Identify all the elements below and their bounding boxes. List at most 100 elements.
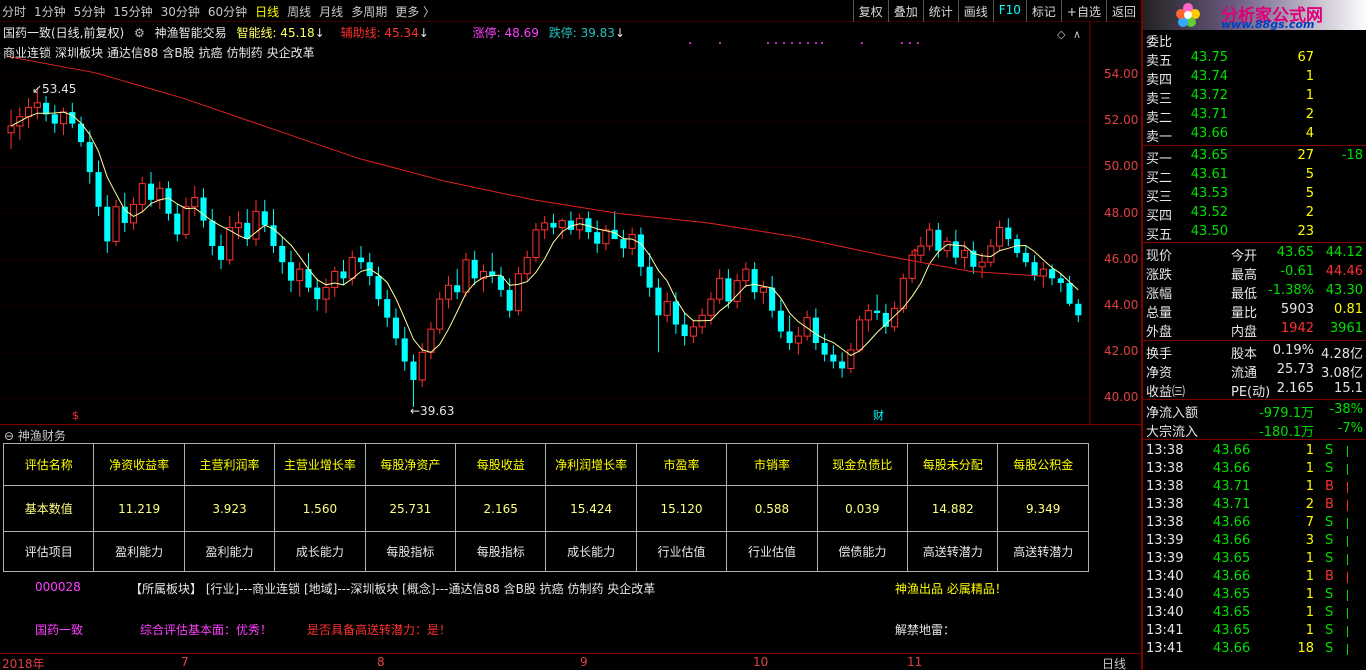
candle xyxy=(401,326,408,371)
candle xyxy=(489,252,496,283)
table-cell: 行业估值 xyxy=(726,531,818,572)
concept-tag[interactable]: 央企改革 xyxy=(267,46,315,60)
tick-bar xyxy=(1347,572,1348,583)
ask-volume: 1 xyxy=(1305,88,1314,103)
period-tab[interactable]: 1分钟 xyxy=(34,3,66,20)
bid-volume: 2 xyxy=(1305,205,1314,220)
indicator-name[interactable]: 神渔智能交易 xyxy=(155,26,227,40)
kline-svg[interactable]: ↙53.45 ←39.63 $ 财 ↑ ◇ ∧ xyxy=(0,22,1141,424)
tool-button[interactable]: 返回 xyxy=(1105,0,1141,22)
concept-tag[interactable]: 含B股 xyxy=(162,46,194,60)
bid-row: 买一 43.65 27 -18 xyxy=(1143,147,1366,167)
zhineng-value: 智能线: 45.18 xyxy=(236,26,315,40)
period-tab[interactable]: 日线 xyxy=(255,3,279,20)
event-marker[interactable]: $ xyxy=(72,409,79,422)
table-cell: 25.731 xyxy=(364,485,457,532)
candle xyxy=(147,172,155,207)
up-icon[interactable]: ∧ xyxy=(1073,28,1081,41)
tick-row: 13:41 43.65 1 S xyxy=(1143,622,1366,641)
period-label[interactable]: 日线 xyxy=(1102,655,1126,670)
table-header-cell: 现金负债比 xyxy=(816,443,909,486)
candle xyxy=(786,315,793,350)
period-tab[interactable]: 更多 〉 xyxy=(395,3,435,20)
stat-label: 股本 xyxy=(1231,347,1258,362)
candle xyxy=(59,107,68,136)
candle xyxy=(567,211,574,235)
tool-button[interactable]: 统计 xyxy=(922,0,958,22)
candle xyxy=(970,241,977,274)
concept-tag[interactable]: 仿制药 xyxy=(227,46,263,60)
collapse-icon[interactable]: ⊖ xyxy=(4,429,14,443)
arrow-down-icon: ↓ xyxy=(418,26,429,40)
tool-button[interactable]: 叠加 xyxy=(887,0,923,22)
bid-row: 买四 43.52 2 xyxy=(1143,204,1366,224)
concept-tag[interactable]: 商业连锁 xyxy=(3,46,51,60)
candle xyxy=(384,289,391,327)
period-tab[interactable]: 15分钟 xyxy=(113,3,152,20)
tick-side: S xyxy=(1325,641,1334,656)
bid-change: -18 xyxy=(1341,148,1363,163)
candle xyxy=(874,294,881,320)
period-tab[interactable]: 60分钟 xyxy=(208,3,247,20)
tick-side: S xyxy=(1325,587,1334,602)
candle xyxy=(1005,218,1012,247)
tick-price: 43.66 xyxy=(1213,515,1251,530)
ask-row: 卖三 43.72 1 xyxy=(1143,87,1366,107)
date-label: 7 xyxy=(181,655,189,669)
date-label: 11 xyxy=(907,655,923,669)
period-tab[interactable]: 分时 xyxy=(2,3,26,20)
diamond-icon[interactable]: ◇ xyxy=(1057,28,1066,41)
candle xyxy=(7,109,15,150)
candle xyxy=(952,229,959,265)
period-tab[interactable]: 月线 xyxy=(319,3,343,20)
period-tab[interactable]: 5分钟 xyxy=(74,3,106,20)
tool-button[interactable]: 复权 xyxy=(852,0,888,22)
concept-tag[interactable]: 深圳板块 xyxy=(55,46,103,60)
period-tab[interactable]: 周线 xyxy=(287,3,311,20)
tick-time: 13:38 xyxy=(1146,461,1184,476)
tick-bar xyxy=(1347,644,1348,655)
table-cell: 14.882 xyxy=(907,485,999,532)
concept-tag[interactable]: 抗癌 xyxy=(199,46,223,60)
period-tab[interactable]: 30分钟 xyxy=(161,3,200,20)
period-tab[interactable]: 多周期 xyxy=(351,3,387,20)
chart-title: 国药一致(日线,前复权) xyxy=(3,26,125,40)
tool-button[interactable]: +自选 xyxy=(1060,0,1106,22)
stat-label: 净资 xyxy=(1146,366,1173,381)
candle xyxy=(279,236,286,274)
y-tick-label: 42.00 xyxy=(1104,344,1139,359)
tick-volume: 1 xyxy=(1305,479,1314,494)
tool-button[interactable]: F10 xyxy=(992,0,1026,22)
candle xyxy=(812,308,819,350)
candle xyxy=(611,211,618,240)
tool-button[interactable]: 画线 xyxy=(957,0,993,22)
candle xyxy=(663,292,671,323)
table-cell: 3.923 xyxy=(183,485,276,532)
tool-button[interactable]: 标记 xyxy=(1025,0,1061,22)
settings-icon[interactable]: ⚙ xyxy=(134,26,145,40)
divider xyxy=(1143,439,1366,440)
finance-title[interactable]: ⊖ 神渔财务 xyxy=(4,427,66,444)
stat-label: 今开 xyxy=(1231,249,1258,264)
candle xyxy=(42,95,50,122)
tick-row: 13:38 43.71 2 B xyxy=(1143,496,1366,515)
candle xyxy=(436,292,444,334)
stat-value: 3.08亿 xyxy=(1321,366,1363,381)
stat-value: 0.19% xyxy=(1272,343,1314,358)
stat-label: 涨跌 xyxy=(1146,268,1173,283)
sector-text: 【所属板块】 [行业]---商业连锁 [地域]---深圳板块 [概念]---通达… xyxy=(130,582,656,596)
ask-label: 卖一 xyxy=(1146,130,1173,145)
kline-chart[interactable]: ↙53.45 ←39.63 $ 财 ↑ ◇ ∧ 国药一致(日线,前复权) ⚙ 神渔智能交易 … xyxy=(0,22,1141,424)
candle xyxy=(129,197,138,230)
finance-marker[interactable]: 财 xyxy=(873,408,884,422)
limit-dot xyxy=(767,42,769,44)
concept-tag[interactable]: 通达信88 xyxy=(107,46,158,60)
ask-row: 卖二 43.71 2 xyxy=(1143,106,1366,126)
table-cell: 11.219 xyxy=(93,485,185,532)
candle xyxy=(200,188,207,228)
bid-volume: 23 xyxy=(1297,224,1314,239)
table-cell: 0.588 xyxy=(726,485,818,532)
tick-price: 43.65 xyxy=(1213,551,1251,566)
table-header-cell: 每股净资产 xyxy=(364,443,457,486)
bid-price: 43.50 xyxy=(1190,224,1228,239)
